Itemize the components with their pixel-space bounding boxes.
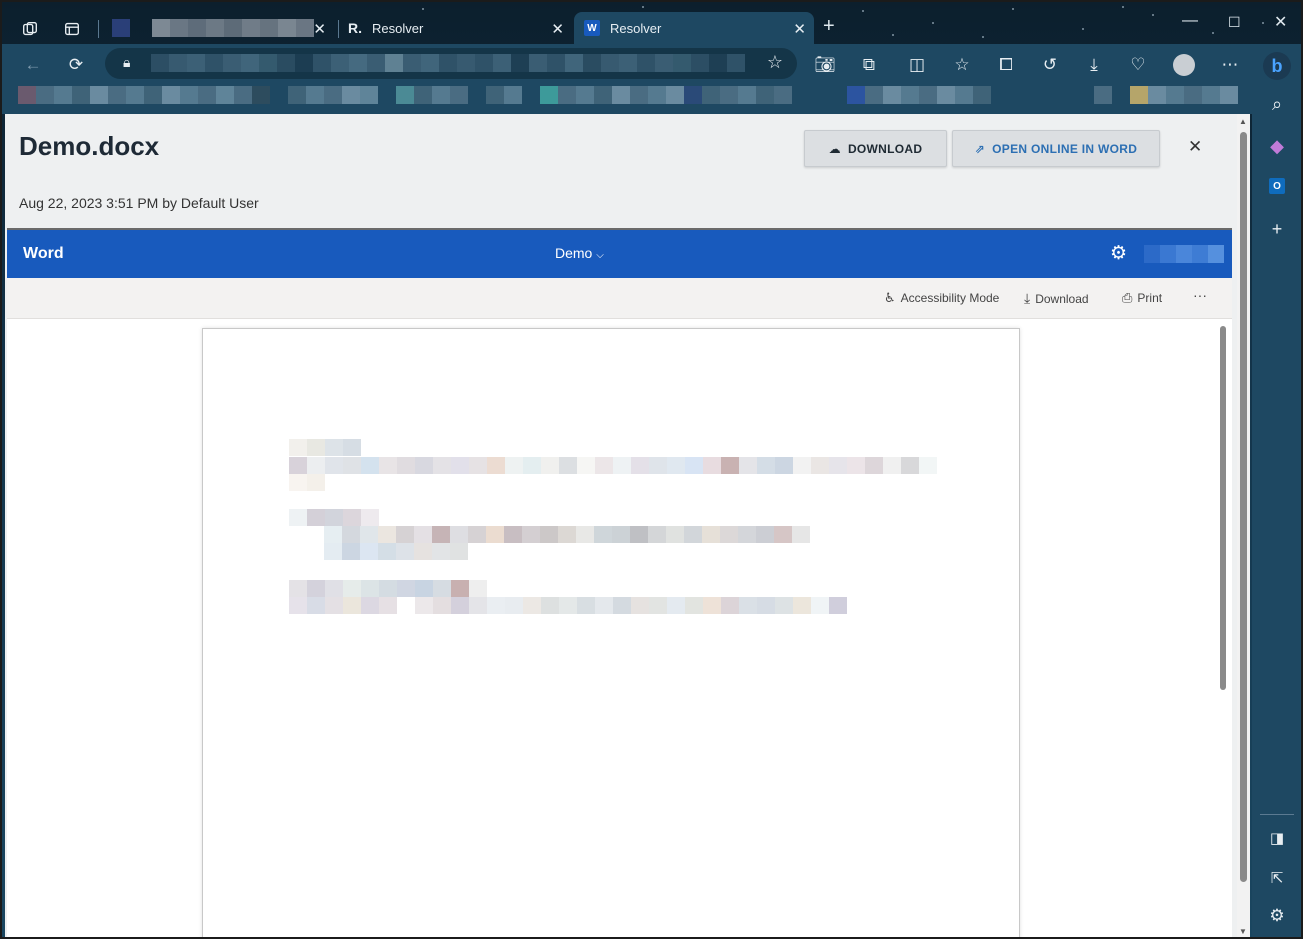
scroll-down-icon[interactable]: ▼ xyxy=(1239,927,1247,936)
address-bar[interactable]: 🔒︎ ☆ xyxy=(105,48,797,79)
tab-blurred[interactable]: ✕ xyxy=(102,12,334,44)
redacted-text-line xyxy=(324,543,468,560)
resolver-logo-icon: R. xyxy=(348,20,362,36)
history-icon[interactable]: ↺ xyxy=(1038,53,1062,77)
printer-icon: ⎙ xyxy=(1122,290,1133,305)
external-link-icon: ⇗ xyxy=(974,141,986,156)
word-download-button[interactable]: ⤓ Download xyxy=(1024,290,1089,307)
redacted-text-line xyxy=(289,439,361,456)
maximize-button[interactable]: ☐ xyxy=(1228,14,1241,31)
tab-strip: ✕ R. Resolver ✕ W Resolver ✕ + — ☐ ✕ xyxy=(2,2,1301,44)
document-name-dropdown[interactable]: Demo ⌵ xyxy=(555,245,604,261)
print-button[interactable]: ⎙ Print xyxy=(1122,290,1162,306)
more-commands-button[interactable]: ··· xyxy=(1193,287,1207,303)
page-title: Demo.docx xyxy=(19,131,160,161)
workspaces-icon[interactable] xyxy=(18,17,42,41)
document-meta: Aug 22, 2023 3:51 PM by Default User xyxy=(19,195,259,211)
tab-resolver-word[interactable]: W Resolver ✕ xyxy=(574,12,814,44)
split-screen-icon[interactable]: ◫ xyxy=(905,53,929,77)
camera-icon[interactable]: 📷︎ xyxy=(813,53,837,77)
new-tab-button[interactable]: + xyxy=(823,15,835,38)
accessibility-mode-button[interactable]: ♿︎ Accessibility Mode xyxy=(884,290,999,306)
document-name: Demo xyxy=(555,245,593,261)
page-scrollbar[interactable]: ▲ ▼ xyxy=(1237,114,1250,937)
word-viewer: Word Demo ⌵ ⚙ ♿︎ Accessibility Mode ⤓ Do… xyxy=(7,228,1232,937)
page-scrollbar-thumb[interactable] xyxy=(1240,132,1247,882)
word-brand[interactable]: Word xyxy=(23,245,64,263)
tab-label: Resolver xyxy=(610,20,662,36)
copilot-icon[interactable]: ◆ xyxy=(1265,134,1289,158)
tab-close-icon[interactable]: ✕ xyxy=(793,20,806,38)
close-preview-button[interactable]: ✕ xyxy=(1188,137,1202,157)
word-download-label: Download xyxy=(1035,291,1089,306)
print-label: Print xyxy=(1137,291,1163,305)
favorites-redacted xyxy=(847,86,991,104)
downloads-icon[interactable]: ⤓ xyxy=(1082,53,1106,77)
close-window-button[interactable]: ✕ xyxy=(1274,12,1287,32)
download-button-label: DOWNLOAD xyxy=(847,141,923,156)
redacted-text-line xyxy=(289,580,487,597)
chevron-down-icon: ⌵ xyxy=(596,250,604,261)
bing-copilot-icon[interactable]: b xyxy=(1263,52,1291,80)
open-online-button-label: OPEN ONLINE IN WORD xyxy=(992,141,1138,156)
redacted-text-line xyxy=(289,474,325,491)
more-options-icon[interactable]: ⋯ xyxy=(1218,53,1242,77)
browser-essentials-icon[interactable]: ♡ xyxy=(1126,53,1150,77)
tab-separator xyxy=(98,20,99,38)
favorites-redacted xyxy=(18,86,792,104)
document-canvas xyxy=(7,319,1232,937)
tab-close-icon[interactable]: ✕ xyxy=(313,20,326,38)
word-header-bar: Word Demo ⌵ ⚙ xyxy=(7,230,1232,278)
redacted-text-line xyxy=(289,457,937,474)
search-icon[interactable]: ⌕ xyxy=(1265,92,1289,116)
download-arrow-icon: ⤓ xyxy=(1024,290,1031,306)
lock-icon: 🔒︎ xyxy=(123,54,131,70)
edge-sidebar: b ⌕ ◆ O + ◨ ⇱ ⚙ xyxy=(1252,44,1301,937)
url-redacted xyxy=(151,54,745,72)
favorites-redacted xyxy=(1094,86,1238,104)
browser-window: ✕ R. Resolver ✕ W Resolver ✕ + — ☐ ✕ ← ⟳… xyxy=(0,0,1303,939)
download-button[interactable]: ☁︎ DOWNLOAD xyxy=(804,130,947,167)
settings-gear-icon[interactable]: ⚙ xyxy=(1110,242,1127,265)
blurred-favicon-icon xyxy=(112,19,130,37)
open-online-in-word-button[interactable]: ⇗ OPEN ONLINE IN WORD xyxy=(952,130,1160,167)
back-arrow-icon[interactable]: ← xyxy=(21,53,45,77)
document-page xyxy=(202,328,1020,937)
browser-toolbar: ← ⟳ 🔒︎ ☆ 📷︎ ⧉ ◫ ☆ ⧠ ↺ ⤓ ♡ ⋯ xyxy=(2,44,1252,84)
tab-actions-icon[interactable] xyxy=(60,17,84,41)
redacted-text-line xyxy=(324,526,810,543)
favorite-star-icon[interactable]: ☆ xyxy=(767,52,783,73)
scroll-up-icon[interactable]: ▲ xyxy=(1239,117,1247,126)
word-command-bar: ♿︎ Accessibility Mode ⤓ Download ⎙ Print… xyxy=(7,278,1232,319)
minimize-button[interactable]: — xyxy=(1182,12,1198,30)
tab-label: Resolver xyxy=(372,20,424,36)
sidebar-settings-icon[interactable]: ⚙ xyxy=(1265,904,1289,928)
extensions-icon[interactable]: ⧉ xyxy=(857,53,881,77)
redacted-text-line xyxy=(289,597,847,614)
page-content: Demo.docx Aug 22, 2023 3:51 PM by Defaul… xyxy=(5,114,1250,937)
sidebar-divider xyxy=(1260,814,1294,815)
hide-sidebar-icon[interactable]: ◨ xyxy=(1265,826,1289,850)
tab-resolver[interactable]: R. Resolver ✕ xyxy=(338,12,572,44)
tab-title-redacted xyxy=(152,19,314,37)
outlook-icon[interactable]: O xyxy=(1265,174,1289,198)
accessibility-icon: ♿︎ xyxy=(884,290,896,305)
tab-close-icon[interactable]: ✕ xyxy=(551,20,564,38)
add-icon[interactable]: + xyxy=(1265,217,1289,241)
accessibility-mode-label: Accessibility Mode xyxy=(900,291,1000,305)
favorites-icon[interactable]: ☆ xyxy=(950,53,974,77)
redacted-text-line xyxy=(289,509,379,526)
collections-icon[interactable]: ⧠ xyxy=(994,53,1018,77)
open-external-icon[interactable]: ⇱ xyxy=(1265,866,1289,890)
account-redacted[interactable] xyxy=(1144,245,1224,263)
cloud-download-icon: ☁︎ xyxy=(828,141,841,156)
favorites-bar xyxy=(2,84,1252,114)
word-icon: W xyxy=(584,20,600,36)
profile-avatar-icon[interactable] xyxy=(1172,53,1196,77)
refresh-icon[interactable]: ⟳ xyxy=(64,53,88,77)
document-scrollbar[interactable] xyxy=(1220,326,1226,690)
